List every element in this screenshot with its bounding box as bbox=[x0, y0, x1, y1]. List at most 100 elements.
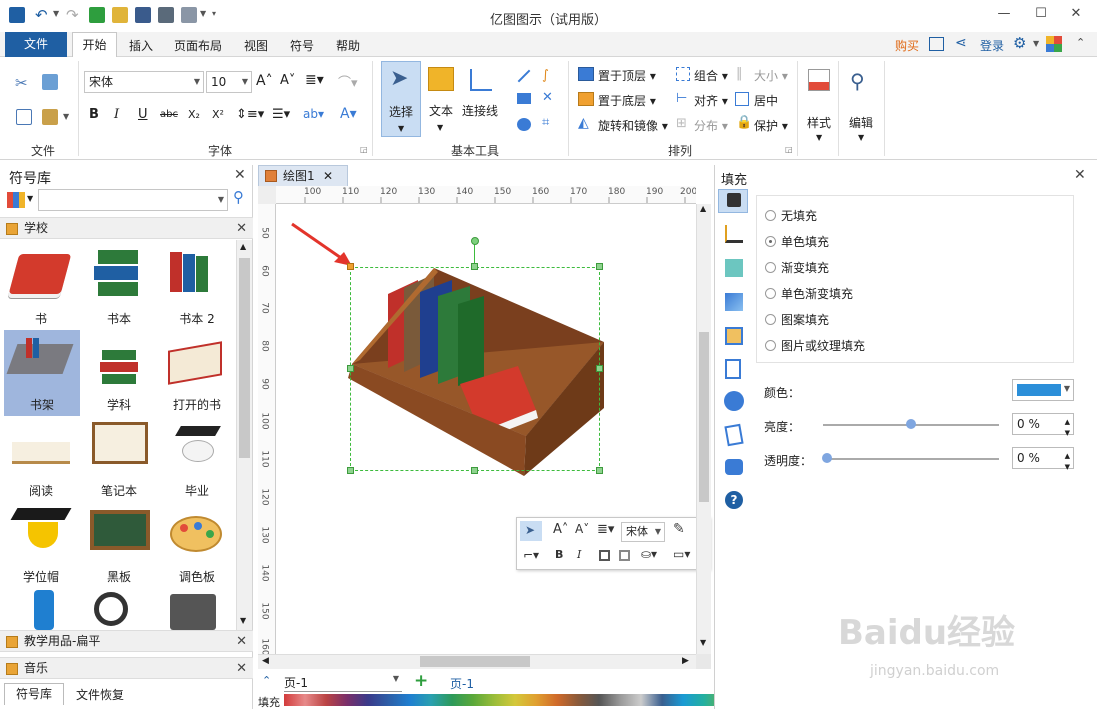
mini-grow-font-icon[interactable]: A˄ bbox=[553, 522, 568, 537]
collapse-pages-icon[interactable]: ⌃ bbox=[262, 674, 271, 687]
symbol-book[interactable]: 书 bbox=[0, 244, 82, 330]
protect-button[interactable]: 保护 ▾ bbox=[754, 117, 788, 134]
partial-symbol-icon[interactable] bbox=[34, 590, 54, 630]
mini-italic-icon[interactable]: I bbox=[577, 548, 581, 561]
font-dialog-launcher-icon[interactable]: ◲ bbox=[360, 145, 368, 154]
resize-handle-top-left[interactable] bbox=[347, 263, 354, 270]
font-name-select[interactable]: 宋体 ▼ bbox=[84, 71, 204, 93]
text-curve-icon[interactable]: ⌒▾ bbox=[338, 72, 358, 91]
shadow-tab-icon[interactable] bbox=[725, 259, 743, 277]
bullets-icon[interactable]: ☰▾ bbox=[272, 107, 290, 122]
magnifier-symbol-icon[interactable] bbox=[94, 592, 128, 626]
search-icon[interactable]: ⚲ bbox=[233, 188, 244, 206]
close-library-icon[interactable]: ✕ bbox=[234, 167, 246, 183]
bottom-tab-file-recovery[interactable]: 文件恢复 bbox=[76, 686, 124, 703]
canvas-scroll-right-icon[interactable]: ▶ bbox=[682, 656, 689, 666]
rotate-mirror-icon[interactable]: ◭ bbox=[578, 115, 589, 131]
radio-picture-texture-fill[interactable] bbox=[765, 340, 776, 351]
bold-icon[interactable]: B bbox=[89, 107, 99, 122]
symbol-books-2[interactable]: 书本 2 bbox=[156, 244, 236, 330]
transparency-slider-thumb[interactable] bbox=[822, 453, 832, 463]
line-spacing-icon[interactable]: ≣▾ bbox=[305, 72, 324, 88]
grow-font-icon[interactable]: A˄ bbox=[256, 73, 273, 89]
canvas-scroll-down-icon[interactable]: ▼ bbox=[700, 638, 706, 647]
mini-shrink-font-icon[interactable]: A˅ bbox=[575, 522, 589, 536]
subscript-icon[interactable]: X₂ bbox=[188, 108, 200, 121]
transparency-slider-track[interactable] bbox=[823, 458, 999, 460]
brightness-spinbox[interactable]: 0 % ▲ ▼ bbox=[1012, 413, 1074, 437]
rotate-mirror-button[interactable]: 旋转和镜像 ▾ bbox=[598, 117, 668, 134]
symbol-books[interactable]: 书本 bbox=[78, 244, 160, 330]
library-scroll-thumb[interactable] bbox=[239, 258, 250, 458]
resize-handle-bottom-left[interactable] bbox=[347, 467, 354, 474]
distribute-icon[interactable]: ⊞ bbox=[676, 116, 687, 131]
brightness-slider-thumb[interactable] bbox=[906, 419, 916, 429]
mini-format-painter-icon[interactable]: ✎ bbox=[673, 521, 685, 537]
resize-handle-bottom[interactable] bbox=[471, 467, 478, 474]
share-icon[interactable]: ⋖ bbox=[955, 35, 967, 51]
distribute-button[interactable]: 分布 ▾ bbox=[694, 117, 728, 134]
calculator-symbol-icon[interactable] bbox=[170, 594, 216, 630]
fill-tab-icon[interactable] bbox=[718, 189, 748, 213]
symbol-open-book[interactable]: 打开的书 bbox=[156, 330, 236, 416]
scroll-down-icon[interactable]: ▼ bbox=[240, 616, 246, 625]
radio-gradient-fill[interactable] bbox=[765, 262, 776, 273]
symbol-blackboard[interactable]: 黑板 bbox=[78, 502, 160, 588]
spin-down-icon[interactable]: ▼ bbox=[1065, 457, 1070, 477]
close-section-icon[interactable]: ✕ bbox=[236, 658, 247, 679]
line-tab-icon[interactable] bbox=[725, 225, 743, 243]
page-tab-icon[interactable] bbox=[725, 359, 741, 379]
comment-tab-icon[interactable] bbox=[725, 459, 743, 475]
symbol-palette[interactable]: 调色板 bbox=[156, 502, 236, 588]
resize-handle-left[interactable] bbox=[347, 365, 354, 372]
symbol-reading[interactable]: 阅读 bbox=[0, 416, 82, 502]
mini-font-select[interactable]: 宋体 ▼ bbox=[621, 522, 665, 542]
canvas-scroll-left-icon[interactable]: ◀ bbox=[262, 656, 269, 666]
cross-tool-icon[interactable]: ✕ bbox=[542, 90, 553, 105]
section-header-school[interactable]: 学校 ✕ bbox=[0, 217, 253, 239]
minimize-button[interactable]: — bbox=[994, 6, 1014, 22]
center-icon[interactable] bbox=[735, 92, 749, 106]
mini-connector-icon[interactable]: ⌐▾ bbox=[523, 548, 539, 562]
library-search-input[interactable]: ▼ bbox=[38, 189, 228, 211]
tab-home[interactable]: 开始 bbox=[72, 32, 117, 58]
library-menu-dropdown-icon[interactable]: ▼ bbox=[27, 194, 33, 203]
screen-icon[interactable] bbox=[929, 37, 944, 51]
transparency-spinbox[interactable]: 0 % ▲ ▼ bbox=[1012, 447, 1074, 471]
arc-tool-icon[interactable]: ∫ bbox=[542, 68, 549, 83]
login-link[interactable]: 登录 bbox=[980, 37, 1004, 54]
mini-align-icon[interactable]: ≣▾ bbox=[597, 522, 614, 537]
text-tool-button[interactable]: 文本 ▼ bbox=[424, 61, 460, 137]
close-section-icon[interactable]: ✕ bbox=[236, 218, 247, 239]
bring-to-front-icon[interactable] bbox=[578, 67, 594, 81]
attachment-tab-icon[interactable] bbox=[724, 423, 744, 447]
mini-bold-icon[interactable]: B bbox=[555, 548, 563, 561]
size-button[interactable]: 大小 ▾ bbox=[754, 67, 788, 84]
drawing-page[interactable] bbox=[276, 204, 696, 654]
symbol-academic-cap[interactable]: 学位帽 bbox=[0, 502, 82, 588]
shrink-font-icon[interactable]: A˅ bbox=[280, 73, 295, 88]
document-tab[interactable]: 绘图1 ✕ bbox=[258, 165, 348, 187]
page-tab-1[interactable]: 页-1 bbox=[450, 675, 474, 692]
paste-dropdown-icon[interactable]: ▼ bbox=[63, 112, 69, 121]
edit-button[interactable]: ⚲ 编辑 ▼ bbox=[844, 61, 878, 149]
resize-handle-top[interactable] bbox=[471, 263, 478, 270]
theme-logo-icon[interactable] bbox=[1046, 36, 1062, 52]
page-select[interactable]: 页-1 ▼ bbox=[284, 674, 402, 692]
send-to-back-icon[interactable] bbox=[578, 92, 594, 106]
resize-handle-right[interactable] bbox=[596, 365, 603, 372]
spin-down-icon[interactable]: ▼ bbox=[1065, 423, 1070, 443]
bottom-tab-library[interactable]: 符号库 bbox=[4, 683, 64, 705]
close-document-icon[interactable]: ✕ bbox=[323, 166, 333, 186]
ellipse-tool-icon[interactable] bbox=[517, 118, 531, 131]
close-section-icon[interactable]: ✕ bbox=[236, 631, 247, 652]
mini-send-back-icon[interactable] bbox=[619, 550, 630, 561]
font-size-select[interactable]: 10 ▼ bbox=[206, 71, 252, 93]
resize-handle-top-right[interactable] bbox=[596, 263, 603, 270]
italic-icon[interactable]: I bbox=[114, 107, 119, 122]
tab-view[interactable]: 视图 bbox=[244, 37, 268, 54]
align-icon[interactable]: ⊢ bbox=[676, 91, 687, 106]
palette-swatches[interactable] bbox=[284, 694, 746, 706]
scroll-up-icon[interactable]: ▲ bbox=[240, 242, 246, 251]
layer-tab-icon[interactable] bbox=[725, 327, 743, 345]
